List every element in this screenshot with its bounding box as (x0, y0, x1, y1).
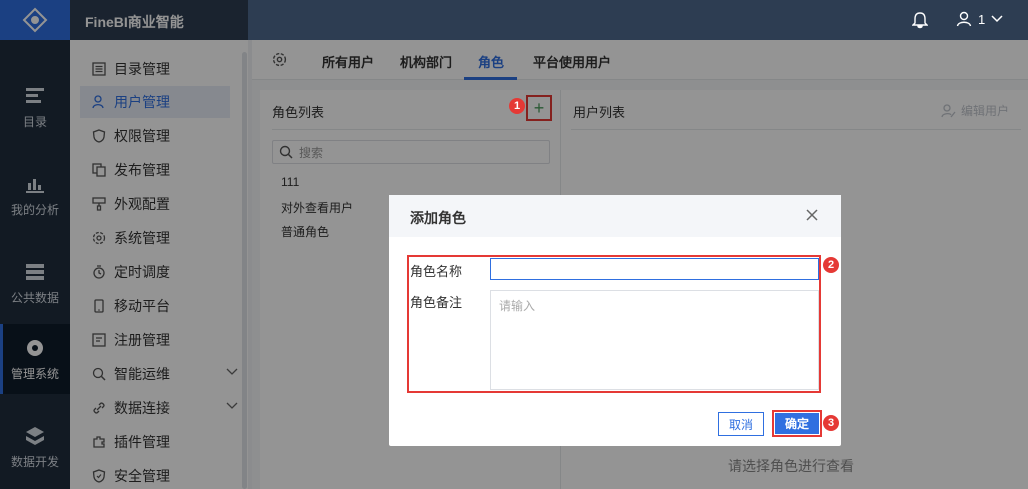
close-icon[interactable] (805, 208, 819, 222)
cancel-button[interactable]: 取消 (718, 412, 764, 436)
modal-overlay (0, 0, 248, 489)
add-role-dialog: 添加角色 角色名称 角色备注 取消 确定 (389, 195, 841, 446)
annotation-badge: 2 (823, 257, 839, 273)
user-label: 1 (978, 11, 986, 27)
dialog-header: 添加角色 (389, 195, 841, 237)
dialog-title: 添加角色 (410, 210, 466, 226)
role-note-input[interactable] (490, 290, 819, 390)
chevron-down-icon (991, 15, 1003, 23)
ok-button-highlight: 确定 (772, 410, 822, 437)
user-menu[interactable]: 1 (956, 11, 1003, 27)
role-name-input[interactable] (490, 258, 819, 280)
role-name-label: 角色名称 (410, 264, 463, 279)
role-note-label: 角色备注 (410, 295, 463, 310)
bell-icon[interactable] (912, 11, 928, 29)
annotation-badge: 3 (823, 415, 839, 431)
ok-button[interactable]: 确定 (775, 413, 819, 434)
annotation-badge: 1 (509, 98, 525, 114)
user-icon (956, 11, 972, 27)
